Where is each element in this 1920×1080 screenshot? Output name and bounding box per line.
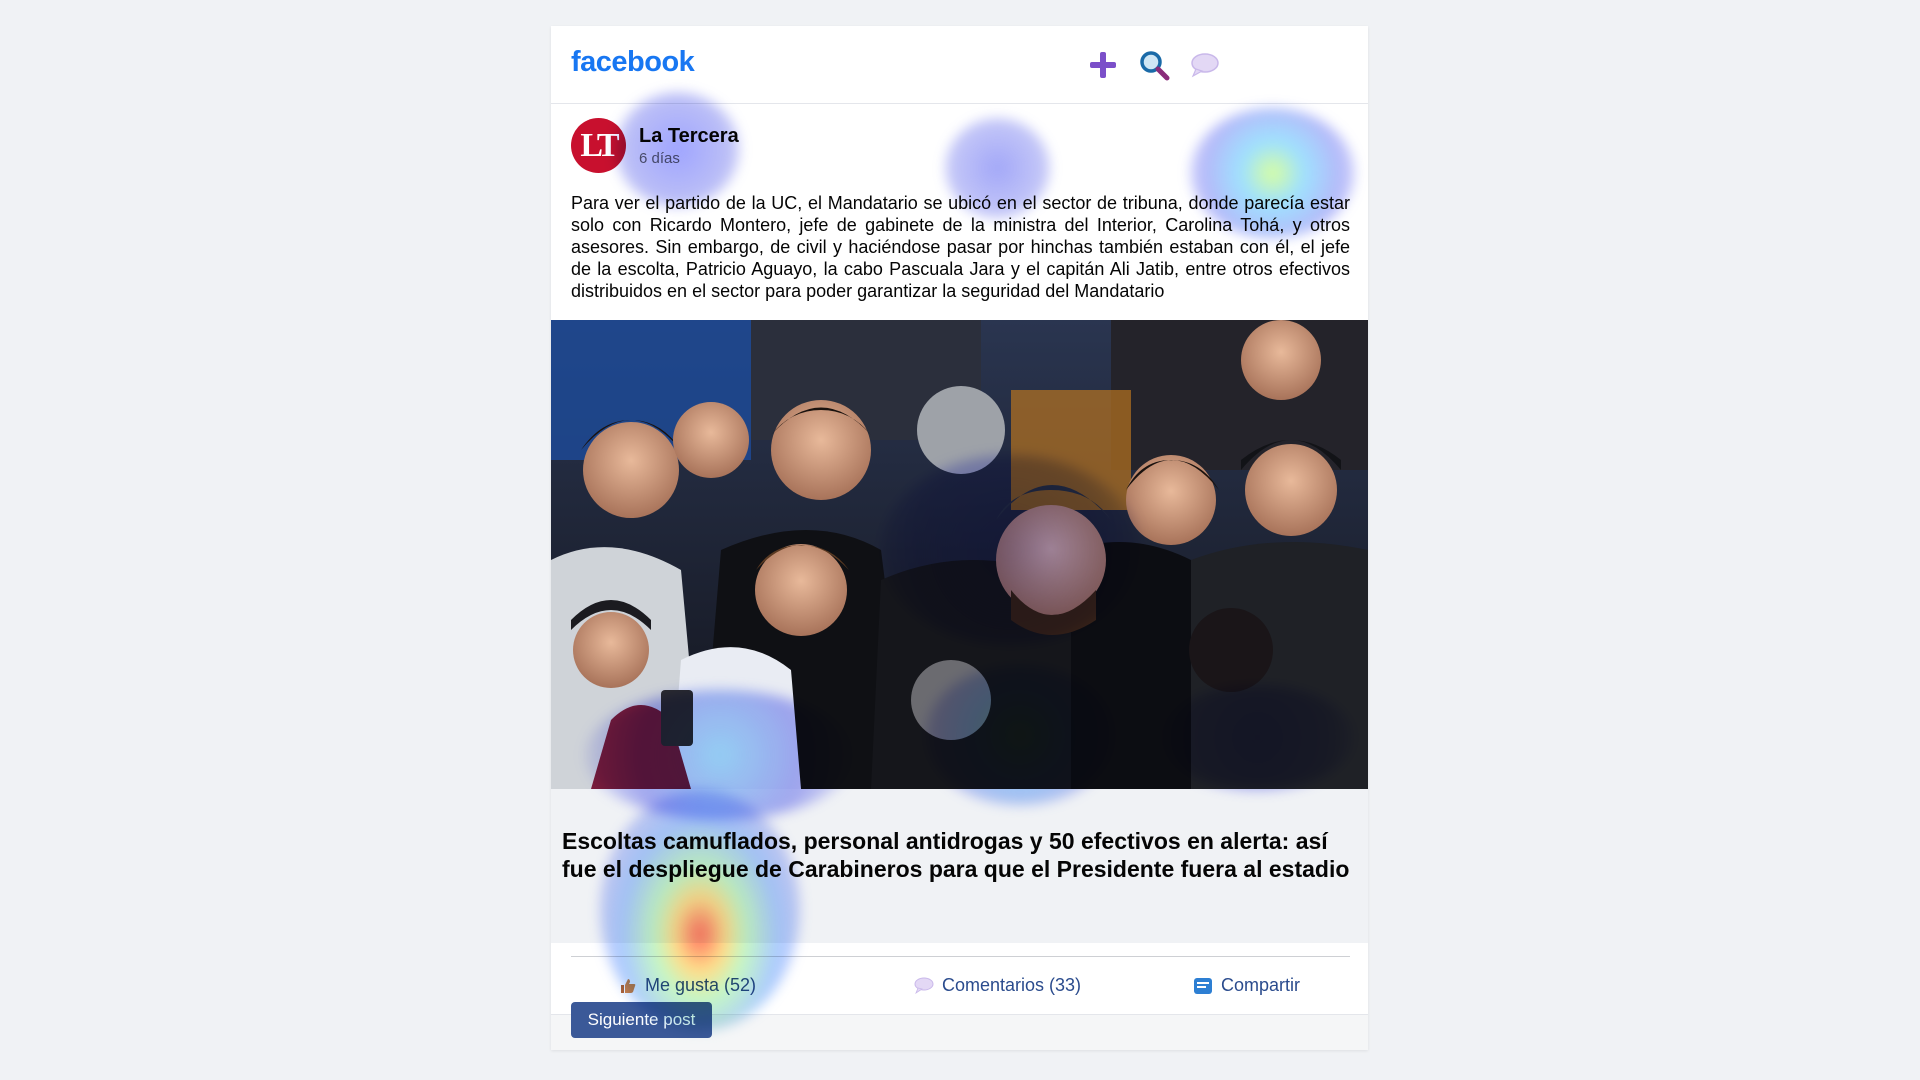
link-title[interactable]: Escoltas camuflados, personal antidrogas…	[562, 827, 1352, 883]
comment-icon	[914, 977, 934, 994]
avatar-initials: LT	[580, 126, 619, 164]
post-text: Para ver el partido de la UC, el Mandata…	[571, 193, 1350, 301]
crowd-photo	[551, 320, 1368, 789]
facebook-logo[interactable]: facebook	[571, 46, 695, 79]
like-label: Me gusta (52)	[645, 975, 757, 995]
chat-bubble-icon[interactable]	[1188, 48, 1222, 82]
like-button[interactable]: Me gusta (52)	[619, 975, 756, 996]
page-avatar[interactable]: LT	[571, 118, 626, 173]
comment-button[interactable]: Comentarios (33)	[914, 975, 1081, 996]
post-card: facebook LT La Tercera 6 días Para ver e…	[551, 26, 1368, 1050]
thumbs-up-icon	[621, 978, 636, 993]
post-header: LT La Tercera 6 días	[551, 103, 1368, 189]
comment-label: Comentarios (33)	[942, 975, 1082, 995]
link-preview[interactable]: Escoltas camuflados, personal antidrogas…	[551, 789, 1368, 943]
share-icon	[1194, 977, 1212, 994]
search-icon[interactable]	[1137, 48, 1171, 82]
page-name[interactable]: La Tercera	[639, 125, 739, 148]
next-post-button[interactable]: Siguiente post	[571, 1002, 712, 1038]
post-timestamp[interactable]: 6 días	[639, 150, 680, 167]
share-label: Compartir	[1221, 975, 1301, 995]
top-bar: facebook	[551, 26, 1368, 104]
post-image[interactable]	[551, 320, 1368, 789]
plus-icon[interactable]	[1086, 48, 1120, 82]
share-button[interactable]: Compartir	[1193, 975, 1300, 996]
